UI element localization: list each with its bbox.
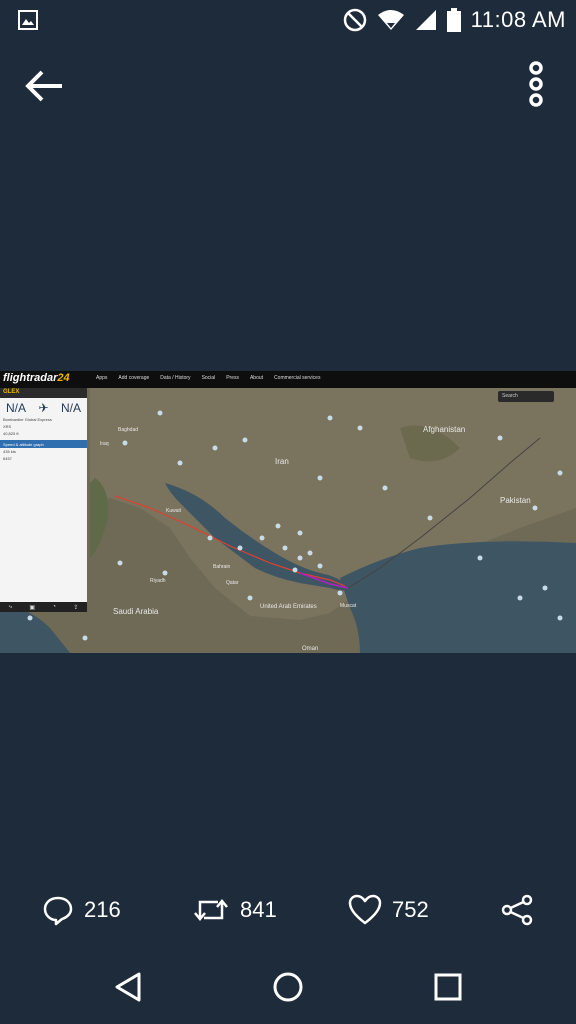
retweet-icon	[194, 899, 228, 921]
aircraft-type: Bombardier Global Express	[3, 417, 52, 422]
flightradar-nav-item: About	[249, 375, 264, 381]
back-button[interactable]	[20, 62, 68, 110]
system-nav-bar	[0, 945, 576, 1024]
map-label-kuwait: Kuwait	[166, 508, 182, 514]
more-vertical-icon	[529, 61, 543, 107]
retweet-button[interactable]: 841	[192, 885, 277, 935]
nav-back-button[interactable]	[106, 965, 150, 1009]
flightradar-nav-item: Apps	[96, 375, 108, 381]
share-button[interactable]	[500, 885, 534, 935]
map-label-bahrain: Bahrain	[213, 564, 230, 570]
share-icon	[501, 894, 533, 926]
flight-destination: N/A	[60, 401, 81, 415]
retweet-count: 841	[240, 897, 277, 922]
tweet-media-image[interactable]: flightradar24 Apps Add coverage Data / His…	[0, 371, 576, 653]
aircraft-registration: XRS	[3, 424, 12, 429]
flight-route: N/A ✈ N/A	[0, 398, 87, 416]
flight-callsign: GLEX	[0, 388, 87, 398]
ground-speed: 435 kts	[3, 449, 16, 454]
map-label-uae: United Arab Emirates	[260, 604, 317, 610]
plane-icon: ✈	[38, 401, 49, 415]
signal-icon	[415, 10, 436, 30]
flightradar-nav-item: Social	[201, 375, 216, 381]
battery-icon	[446, 8, 461, 32]
map-label-afghanistan: Afghanistan	[423, 425, 465, 434]
flightradar-nav: flightradar24 Apps Add coverage Data / His…	[0, 371, 576, 388]
tweet-actions: 216 841 752	[0, 885, 576, 935]
flightradar-nav-item: Press	[226, 375, 239, 381]
arrow-left-icon	[25, 70, 62, 102]
flightradar-nav-item: Add coverage	[118, 375, 150, 381]
comment-icon	[43, 896, 73, 926]
nav-recents-button[interactable]	[426, 965, 470, 1009]
like-button[interactable]: 752	[348, 885, 429, 935]
map-label-oman: Oman	[302, 646, 318, 652]
nav-home-button[interactable]	[266, 965, 310, 1009]
wifi-icon	[377, 10, 404, 30]
map-search-box: Search	[498, 391, 554, 402]
flightradar-nav-item: Commercial services	[274, 375, 321, 381]
status-bar: 11:08 AM	[0, 0, 576, 40]
flightradar-nav-item: Data / History	[160, 375, 191, 381]
flight-info-panel: GLEX N/A ✈ N/A Bombardier Global Express…	[0, 388, 87, 612]
heart-icon	[348, 894, 382, 925]
map-label-baghdad: Baghdad	[118, 427, 138, 433]
reply-count: 216	[84, 897, 121, 922]
flight-altitude: 40,825 ft	[3, 431, 19, 436]
top-app-bar	[0, 40, 576, 130]
status-time: 11:08 AM	[470, 7, 566, 32]
map-label-iraq: Iraq	[100, 441, 109, 447]
map-label-riyadh: Riyadh	[150, 578, 166, 584]
do-not-disturb-icon	[343, 8, 366, 32]
triangle-back-icon	[115, 972, 141, 1002]
speed-altitude-section: Speed & altitude graph	[0, 440, 87, 448]
map-label-pakistan: Pakistan	[500, 496, 531, 505]
map-label-saudi-arabia: Saudi Arabia	[113, 607, 159, 616]
flight-origin: N/A	[6, 401, 27, 415]
square-recents-icon	[434, 973, 462, 1001]
like-count: 752	[392, 897, 429, 922]
squawk-code: 6457	[3, 456, 12, 461]
panel-toolbar: ⤷ ▣ ◔ ⇪	[0, 602, 87, 612]
flightradar-nav-items: Apps Add coverage Data / History Social Pres…	[96, 375, 320, 381]
image-icon	[18, 10, 38, 30]
reply-button[interactable]: 216	[42, 885, 121, 935]
map-label-qatar: Qatar	[226, 580, 239, 586]
flightradar-logo: flightradar24	[3, 372, 70, 384]
map-label-muscat: Muscat	[340, 603, 357, 609]
more-options-button[interactable]	[512, 58, 560, 110]
map-label-iran: Iran	[275, 457, 289, 466]
circle-home-icon	[273, 972, 303, 1002]
